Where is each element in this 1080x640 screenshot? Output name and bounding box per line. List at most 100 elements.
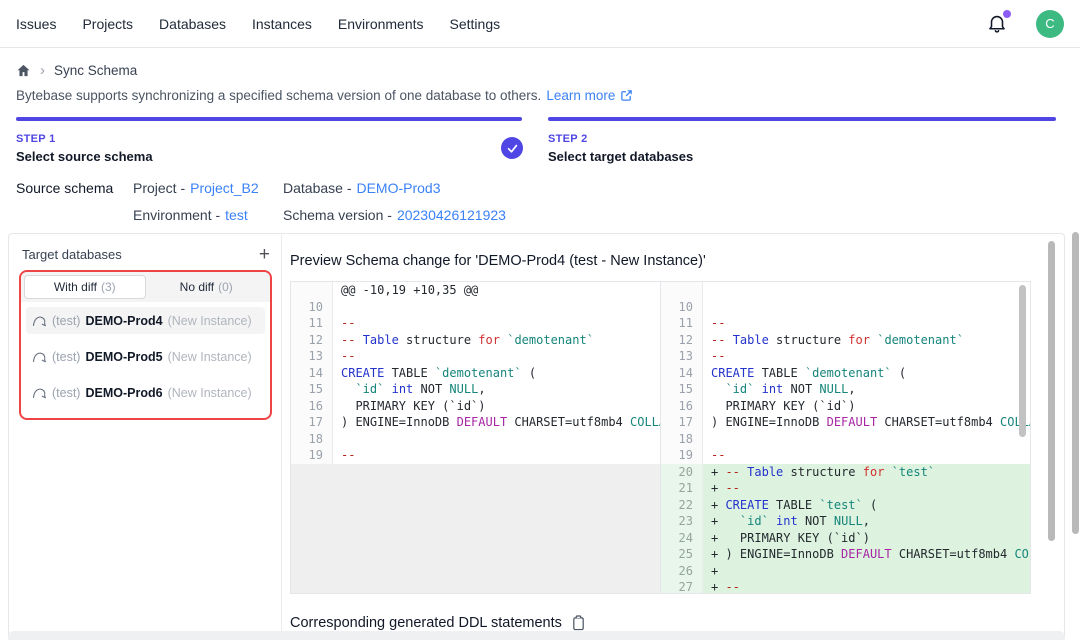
mysql-icon (32, 313, 47, 328)
line-content: -- (333, 348, 660, 365)
line-content: + ) ENGINE=InnoDB DEFAULT CHARSET=utf8mb… (703, 546, 1030, 563)
target-db-item-demo-prod6[interactable]: (test) DEMO-Prod6 (New Instance) (26, 379, 265, 406)
line-content: + `id` int NOT NULL, (703, 513, 1030, 530)
nav-item-databases[interactable]: Databases (159, 16, 226, 32)
line-number: 19 (291, 447, 333, 464)
diff-line: 14CREATE TABLE `demotenant` ( (291, 365, 660, 382)
line-content: + -- (703, 480, 1030, 497)
nav-item-instances[interactable]: Instances (252, 16, 312, 32)
external-link-icon[interactable] (620, 89, 633, 102)
breadcrumb: › Sync Schema (16, 63, 137, 78)
line-content: `id` int NOT NULL, (333, 381, 660, 398)
learn-more-link[interactable]: Learn more (546, 88, 615, 103)
nav-item-settings[interactable]: Settings (450, 16, 501, 32)
version-value-link[interactable]: 20230426121923 (397, 207, 506, 223)
line-content: -- (703, 447, 1030, 464)
environment-label: Environment - (133, 207, 220, 223)
source-database-field: Database - DEMO-Prod3 (283, 180, 441, 196)
nav-item-environments[interactable]: Environments (338, 16, 424, 32)
project-label: Project - (133, 180, 185, 196)
breadcrumb-separator-icon: › (40, 63, 45, 78)
schema-diff-viewer: @@ -10,19 +10,35 @@1011--12-- Table stru… (290, 281, 1031, 594)
diff-line: 16 PRIMARY KEY (`id`) (661, 398, 1030, 415)
preview-title: Preview Schema change for 'DEMO-Prod4 (t… (290, 253, 706, 269)
line-number: 16 (661, 398, 703, 415)
line-number: 14 (661, 365, 703, 382)
diff-empty-filler (291, 464, 660, 594)
diff-line: 13-- (291, 348, 660, 365)
target-panel-header: Target databases + (22, 245, 270, 264)
target-db-item-demo-prod4[interactable]: (test) DEMO-Prod4 (New Instance) (26, 307, 265, 334)
diff-line: 27+ -- (661, 579, 1030, 593)
line-number: 25 (661, 546, 703, 563)
db-suffix-label: (New Instance) (168, 350, 252, 364)
diff-hunk-header (661, 282, 1030, 299)
line-content: ) ENGINE=InnoDB DEFAULT CHARSET=utf8mb4 … (333, 414, 660, 431)
notification-bell-icon[interactable] (986, 12, 1010, 36)
preview-area-scrollbar-thumb[interactable] (1048, 241, 1055, 541)
mysql-icon (32, 349, 47, 364)
diff-line: 13-- (661, 348, 1030, 365)
diff-line: 12-- Table structure for `demotenant` (661, 332, 1030, 349)
line-number: 17 (291, 414, 333, 431)
nav-item-projects[interactable]: Projects (82, 16, 133, 32)
line-content: -- Table structure for `demotenant` (703, 332, 1030, 349)
step2: STEP 2 Select target databases (548, 133, 693, 164)
target-panel-title: Target databases (22, 247, 122, 262)
environment-value-link[interactable]: test (225, 207, 248, 223)
step1: STEP 1 Select source schema (16, 133, 153, 164)
line-number (661, 282, 703, 299)
diff-left-pane: @@ -10,19 +10,35 @@1011--12-- Table stru… (291, 282, 661, 593)
diff-pane-scrollbar-thumb[interactable] (1019, 285, 1026, 437)
line-number: 27 (661, 579, 703, 593)
page-scrollbar-thumb[interactable] (1072, 232, 1079, 534)
line-number: 20 (661, 464, 703, 481)
line-number: 12 (661, 332, 703, 349)
diff-line: 10 (661, 299, 1030, 316)
line-number: 10 (661, 299, 703, 316)
tab-with-diff-count: (3) (101, 280, 116, 294)
database-value-link[interactable]: DEMO-Prod3 (356, 180, 440, 196)
tab-with-diff[interactable]: With diff (3) (24, 275, 146, 299)
add-target-database-button[interactable]: + (259, 245, 270, 264)
line-number: 13 (661, 348, 703, 365)
line-content: `id` int NOT NULL, (703, 381, 1030, 398)
line-number: 12 (291, 332, 333, 349)
copy-icon[interactable] (571, 615, 586, 631)
database-label: Database - (283, 180, 351, 196)
diff-right-pane: 1011--12-- Table structure for `demotena… (661, 282, 1030, 593)
target-db-item-demo-prod5[interactable]: (test) DEMO-Prod5 (New Instance) (26, 343, 265, 370)
line-content: -- Table structure for `demotenant` (333, 332, 660, 349)
diff-line: 25+ ) ENGINE=InnoDB DEFAULT CHARSET=utf8… (661, 546, 1030, 563)
line-number: 21 (661, 480, 703, 497)
tab-no-diff[interactable]: No diff (0) (146, 275, 268, 299)
line-content: + PRIMARY KEY (`id`) (703, 530, 1030, 547)
diff-line: 19-- (291, 447, 660, 464)
tab-no-diff-count: (0) (218, 280, 233, 294)
line-content: -- (703, 315, 1030, 332)
diff-hunk-header: @@ -10,19 +10,35 @@ (291, 282, 660, 299)
line-content (333, 299, 660, 316)
diff-line: 11-- (661, 315, 1030, 332)
step2-progress-bar (548, 117, 1056, 121)
line-content: + -- (703, 579, 1030, 593)
line-number: 17 (661, 414, 703, 431)
source-environment-field: Environment - test (133, 207, 248, 223)
user-avatar[interactable]: C (1036, 10, 1064, 38)
source-schema-label: Source schema (16, 180, 113, 196)
diff-line: 23+ `id` int NOT NULL, (661, 513, 1030, 530)
nav-item-issues[interactable]: Issues (16, 16, 56, 32)
line-content: -- (703, 348, 1030, 365)
diff-line: 17) ENGINE=InnoDB DEFAULT CHARSET=utf8mb… (291, 414, 660, 431)
diff-line: 12-- Table structure for `demotenant` (291, 332, 660, 349)
line-number: 26 (661, 563, 703, 580)
mysql-icon (32, 385, 47, 400)
db-env-label: (test) (52, 386, 80, 400)
project-value-link[interactable]: Project_B2 (190, 180, 258, 196)
home-icon[interactable] (16, 63, 31, 78)
version-label: Schema version - (283, 207, 392, 223)
diff-filter-tabs: With diff (3) No diff (0) (21, 272, 270, 302)
top-navbar: Issues Projects Databases Instances Envi… (0, 0, 1080, 48)
line-number: 18 (291, 431, 333, 448)
notification-dot (1003, 10, 1011, 18)
